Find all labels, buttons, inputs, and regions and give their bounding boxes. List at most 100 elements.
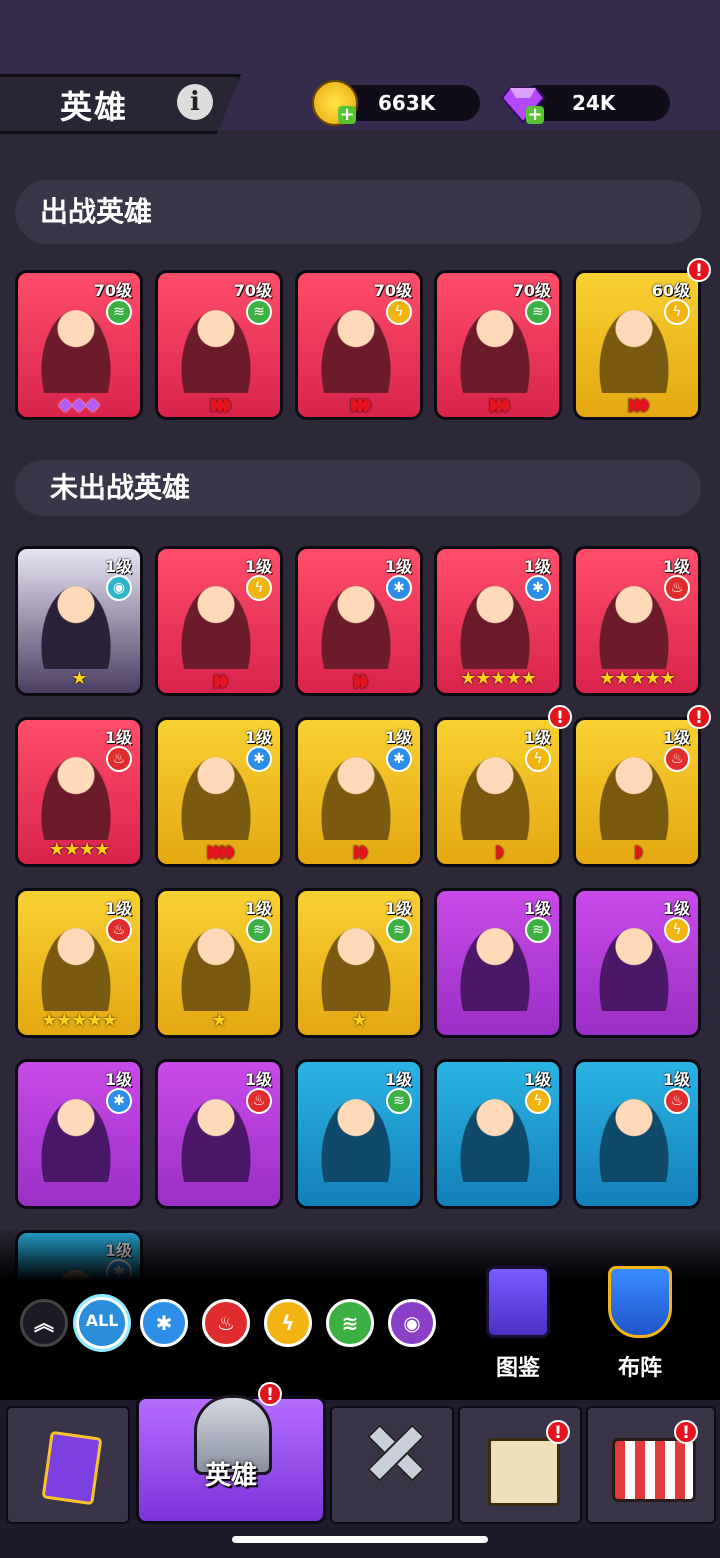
- hero-rank-rings: ◗◗◗: [488, 394, 510, 415]
- hero-rank-rings: ◗◗: [352, 841, 369, 862]
- page-title: 英雄: [60, 88, 129, 126]
- hero-portrait: [455, 577, 535, 669]
- hero-level: 70级: [373, 281, 412, 300]
- hero-level: 1级: [384, 728, 412, 747]
- fire-element-icon: ♨: [664, 575, 690, 601]
- hero-card[interactable]: 1级 ϟ ◗◗: [155, 546, 283, 696]
- hero-card[interactable]: 1级 ♨ ★★★★★: [573, 546, 701, 696]
- gem-amount: 24K: [572, 91, 616, 115]
- hero-rank-rings: ◗: [494, 841, 504, 862]
- hero-portrait: [36, 748, 116, 840]
- hero-portrait: [316, 748, 396, 840]
- hero-card[interactable]: 1级 ≋: [295, 1059, 423, 1209]
- tab-shop[interactable]: [586, 1406, 716, 1524]
- fire-element-icon: ♨: [106, 746, 132, 772]
- bolt-element-icon: ϟ: [246, 575, 272, 601]
- collapse-filter-button[interactable]: ︽: [20, 1299, 68, 1347]
- filter-bolt-button[interactable]: ϟ: [264, 1299, 312, 1347]
- hero-portrait: [36, 577, 116, 669]
- hero-portrait: [36, 919, 116, 1011]
- hero-card[interactable]: 1级✱: [15, 1059, 143, 1209]
- hero-portrait: [455, 919, 535, 1011]
- hero-portrait: [36, 301, 116, 393]
- hero-card[interactable]: 70级 ϟ ◗◗◗: [295, 270, 423, 420]
- hero-level: 70级: [512, 281, 551, 300]
- filter-ice-button[interactable]: ✱: [140, 1299, 188, 1347]
- fire-element-icon: ♨: [106, 917, 132, 943]
- hero-card[interactable]: 1级 ≋ ★: [295, 888, 423, 1038]
- formation-button[interactable]: 布阵: [605, 1266, 675, 1381]
- hero-alert-badge: !: [687, 258, 711, 282]
- hero-card[interactable]: 1级 ♨ ◗: [573, 717, 701, 867]
- fire-element-icon: ♨: [246, 1088, 272, 1114]
- castle-icon: [488, 1438, 560, 1506]
- hero-rank-gems: ◆◆◆: [58, 394, 100, 415]
- hero-card[interactable]: 1级 ♨ ★★★★: [15, 717, 143, 867]
- wind-element-icon: ≋: [386, 917, 412, 943]
- codex-label: 图鉴: [495, 1356, 540, 1381]
- hero-rank-stars: ★★★★★: [460, 668, 537, 689]
- heroes-tab-alert-badge: !: [258, 1382, 282, 1406]
- hero-card[interactable]: 1级 ◉ ★: [15, 546, 143, 696]
- hero-card[interactable]: 1级 ♨ ★★★★★: [15, 888, 143, 1038]
- info-icon[interactable]: i: [177, 84, 213, 120]
- hero-level: 1级: [244, 557, 272, 576]
- codex-button[interactable]: 图鉴: [483, 1266, 553, 1381]
- hero-alert-badge: !: [687, 705, 711, 729]
- bolt-element-icon: ϟ: [525, 1088, 551, 1114]
- bolt-element-icon: ϟ: [664, 917, 690, 943]
- wind-element-icon: ≋: [525, 299, 551, 325]
- tab-cards[interactable]: [6, 1406, 130, 1524]
- hero-rank-stars: ★★★★★: [41, 1010, 118, 1031]
- tab-battle[interactable]: [330, 1406, 454, 1524]
- shield-icon: [608, 1266, 672, 1338]
- add-gold-button[interactable]: +: [338, 106, 356, 124]
- undeployed-section-title: 未出战英雄: [50, 471, 191, 504]
- hero-level: 1级: [662, 728, 690, 747]
- hero-card[interactable]: 1级 ♨: [573, 1059, 701, 1209]
- hero-level: 1级: [523, 899, 551, 918]
- hero-card[interactable]: 1级 ♨: [155, 1059, 283, 1209]
- hero-card[interactable]: 1级 ϟ ◗: [434, 717, 562, 867]
- hero-portrait: [594, 748, 674, 840]
- add-gem-button[interactable]: +: [526, 106, 544, 124]
- hero-card[interactable]: 1级 ≋: [434, 888, 562, 1038]
- hero-level: 1级: [244, 728, 272, 747]
- hero-card[interactable]: 1级 ϟ: [434, 1059, 562, 1209]
- hero-rank-rings: ◗◗◗: [627, 394, 649, 415]
- eye-element-icon: ◉: [106, 575, 132, 601]
- shop-tab-alert-badge: !: [674, 1420, 698, 1444]
- hero-card[interactable]: 70级 ≋ ◆◆◆: [15, 270, 143, 420]
- hero-card[interactable]: 1级 ≋ ★: [155, 888, 283, 1038]
- hero-level: 1级: [104, 899, 132, 918]
- hero-portrait: [316, 301, 396, 393]
- hero-card[interactable]: 1级 ✱ ◗◗: [295, 546, 423, 696]
- hero-level: 1级: [523, 1070, 551, 1089]
- filter-eye-button[interactable]: ◉: [388, 1299, 436, 1347]
- filter-wind-button[interactable]: ≋: [326, 1299, 374, 1347]
- hero-level: 1级: [104, 557, 132, 576]
- bolt-element-icon: ϟ: [386, 299, 412, 325]
- hero-level: 1级: [384, 899, 412, 918]
- wind-element-icon: ≋: [525, 917, 551, 943]
- hero-portrait: [594, 577, 674, 669]
- wind-element-icon: ≋: [386, 1088, 412, 1114]
- wind-element-icon: ≋: [246, 299, 272, 325]
- filter-fire-button[interactable]: ♨: [202, 1299, 250, 1347]
- hero-rank-rings: ◗◗◗: [349, 394, 371, 415]
- hero-portrait: [316, 919, 396, 1011]
- hero-portrait: [455, 1090, 535, 1182]
- hero-card[interactable]: 70级 ≋ ◗◗◗: [155, 270, 283, 420]
- filter-all-button[interactable]: ALL: [76, 1297, 128, 1349]
- hero-card[interactable]: 60级 ϟ ◗◗◗: [573, 270, 701, 420]
- hero-card[interactable]: 1级 ✱ ◗◗◗◗: [155, 717, 283, 867]
- tab-heroes[interactable]: 英雄: [136, 1395, 326, 1524]
- hero-card[interactable]: 1级 ✱ ★★★★★: [434, 546, 562, 696]
- hero-level: 1级: [662, 899, 690, 918]
- hero-level: 1级: [384, 557, 412, 576]
- ice-element-icon: ✱: [386, 746, 412, 772]
- hero-card[interactable]: 1级 ✱ ◗◗: [295, 717, 423, 867]
- hero-level: 1级: [384, 1070, 412, 1089]
- hero-card[interactable]: 1级 ϟ: [573, 888, 701, 1038]
- hero-card[interactable]: 70级 ≋ ◗◗◗: [434, 270, 562, 420]
